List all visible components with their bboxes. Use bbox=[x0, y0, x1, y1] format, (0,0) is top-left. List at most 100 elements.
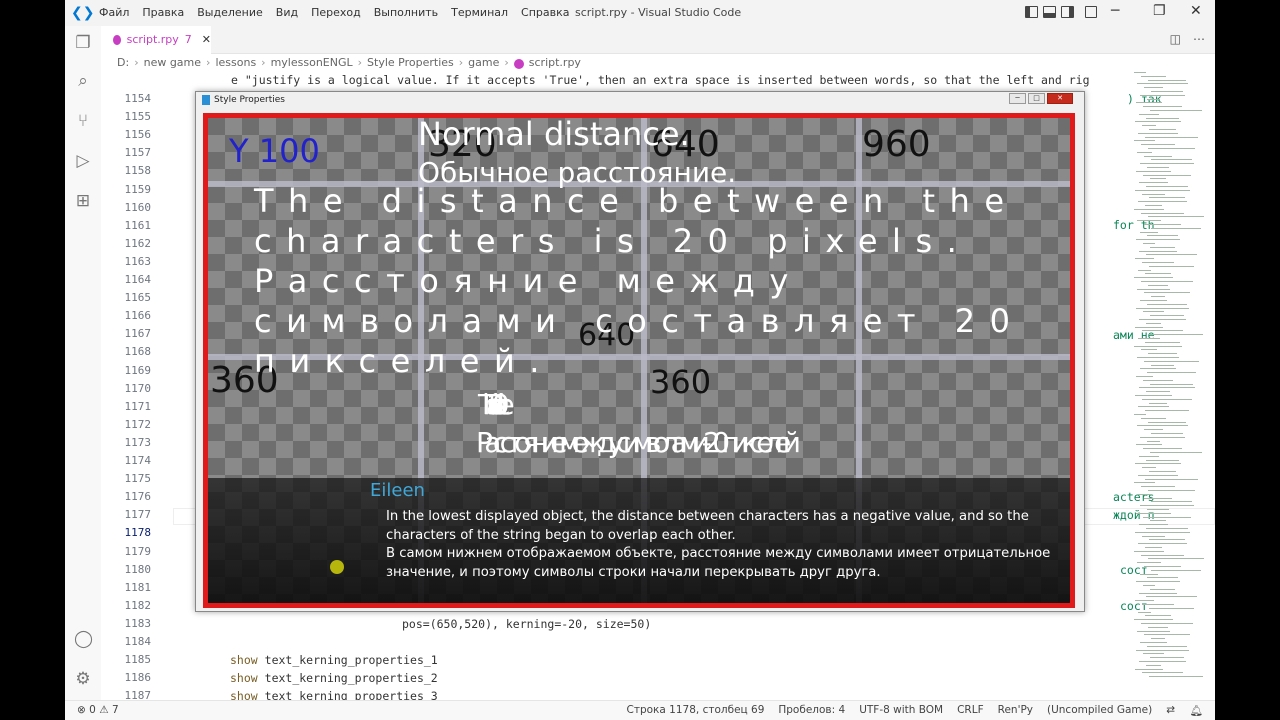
menu-edit[interactable]: Правка bbox=[142, 6, 184, 19]
minimap-line bbox=[1134, 72, 1146, 73]
menu-selection[interactable]: Выделение bbox=[197, 6, 263, 19]
minimap-line bbox=[1144, 292, 1190, 294]
code-line-1184[interactable]: pos=(650,520), kerning=-20, size=50) bbox=[402, 617, 651, 631]
minimap-line bbox=[1135, 463, 1181, 465]
minimap-line bbox=[1137, 630, 1170, 632]
breadcrumb-item[interactable]: new game bbox=[144, 56, 201, 69]
breadcrumb-item[interactable]: game bbox=[468, 56, 499, 69]
language-mode[interactable]: Ren'Py bbox=[998, 704, 1033, 716]
game-window[interactable]: Style Properties ─ □ ✕ 320 640 960 Y 100… bbox=[195, 91, 1085, 612]
minimap-line bbox=[1148, 626, 1168, 628]
source-control-icon[interactable]: ⑂ bbox=[74, 112, 92, 130]
minimap-line bbox=[1150, 452, 1202, 453]
minimap-line bbox=[1142, 262, 1174, 263]
breadcrumb-item[interactable]: Style Properties bbox=[367, 56, 454, 69]
breadcrumb-item[interactable]: script.rpy bbox=[529, 56, 581, 69]
menu-file[interactable]: Файл bbox=[99, 6, 129, 19]
dialogue-box[interactable]: Eileen In the lowest displayed object, t… bbox=[208, 478, 1070, 603]
title-bar: ❮❯ Файл Правка Выделение Вид Переход Вып… bbox=[65, 0, 1215, 26]
minimap-line bbox=[1147, 98, 1160, 100]
close-icon[interactable]: ✕ bbox=[1190, 3, 1202, 19]
account-icon[interactable]: ◯ bbox=[74, 630, 93, 648]
minimap-line bbox=[1151, 501, 1192, 503]
minimap-line bbox=[1142, 672, 1183, 674]
breadcrumb-item[interactable]: D: bbox=[117, 56, 129, 69]
minimap-line bbox=[1141, 417, 1166, 419]
minimap-line bbox=[1136, 239, 1180, 241]
game-close-icon[interactable]: ✕ bbox=[1047, 93, 1073, 104]
dialogue-text-en: In the lowest displayed object, the dist… bbox=[386, 509, 1029, 543]
minimap-line bbox=[1134, 345, 1182, 347]
more-actions-icon[interactable]: ⋯ bbox=[1193, 32, 1205, 46]
menu-view[interactable]: Вид bbox=[276, 6, 298, 19]
line-number: 1172 bbox=[124, 417, 152, 431]
minimap-line bbox=[1138, 611, 1151, 613]
code-line-1187[interactable]: show text_kerning_properties_2 bbox=[230, 671, 438, 685]
indentation[interactable]: Пробелов: 4 bbox=[778, 704, 845, 716]
minimap-line bbox=[1139, 592, 1177, 594]
normal-distance-en: Normal distance. bbox=[418, 115, 690, 153]
encoding[interactable]: UTF-8 with BOM bbox=[859, 704, 943, 716]
breadcrumb-item[interactable]: lessons bbox=[215, 56, 256, 69]
split-editor-icon[interactable]: ◫ bbox=[1170, 32, 1181, 46]
minimap-line bbox=[1135, 258, 1154, 260]
minimap-line bbox=[1150, 657, 1184, 659]
minimap-line bbox=[1146, 254, 1197, 256]
minimap-line bbox=[1136, 170, 1171, 172]
line-number: 1184 bbox=[124, 635, 152, 648]
minimap-line bbox=[1134, 277, 1173, 279]
line-number: 1182 bbox=[124, 598, 152, 612]
minimap-line bbox=[1141, 554, 1184, 556]
minimap-line bbox=[1135, 531, 1190, 533]
settings-gear-icon[interactable]: ⚙ bbox=[74, 670, 92, 688]
problems-indicator[interactable]: ⊗ 0 ⚠ 7 bbox=[77, 704, 119, 716]
line-ending[interactable]: CRLF bbox=[957, 704, 984, 716]
game-window-titlebar[interactable]: Style Properties bbox=[202, 95, 285, 105]
game-canvas[interactable]: 320 640 960 Y 100 Normal distance. Обычн… bbox=[203, 113, 1075, 608]
minimap-line bbox=[1148, 421, 1186, 423]
line-number: 1179 bbox=[124, 544, 152, 558]
minimize-icon[interactable]: ─ bbox=[1111, 3, 1119, 19]
menu-go[interactable]: Переход bbox=[311, 6, 361, 19]
toggle-sidebar-icon[interactable] bbox=[1025, 6, 1038, 18]
game-maximize-icon[interactable]: □ bbox=[1028, 93, 1045, 104]
minimap-line bbox=[1151, 227, 1201, 229]
game-minimize-icon[interactable]: ─ bbox=[1009, 93, 1026, 104]
code-line-1154[interactable]: e "justify is a logical value. If it acc… bbox=[231, 73, 1090, 87]
account-sync-icon[interactable]: ⇄ bbox=[1166, 704, 1175, 716]
minimap-line bbox=[1146, 664, 1161, 666]
cursor-position[interactable]: Строка 1178, столбец 69 bbox=[627, 704, 765, 716]
activity-bar: ❐ ⌕ ⑂ ▷ ⊞ ◯ ⚙ bbox=[65, 26, 101, 700]
extensions-icon[interactable]: ⊞ bbox=[74, 192, 92, 210]
line-number: 1161 bbox=[124, 218, 152, 232]
minimap-line bbox=[1143, 174, 1191, 176]
menu-help[interactable]: Справка bbox=[521, 6, 569, 19]
tab-script-rpy[interactable]: script.rpy 7 ✕ bbox=[101, 26, 211, 54]
toggle-secondary-sidebar-icon[interactable] bbox=[1061, 6, 1074, 18]
minimap-line bbox=[1137, 151, 1152, 153]
explorer-icon[interactable]: ❐ bbox=[74, 34, 92, 52]
minimap-line bbox=[1135, 600, 1154, 602]
minimap-line bbox=[1144, 155, 1172, 157]
breadcrumb-item[interactable]: mylessonENGL bbox=[271, 56, 353, 69]
minimap-line bbox=[1136, 444, 1162, 446]
search-icon[interactable]: ⌕ bbox=[74, 72, 92, 90]
restore-icon[interactable]: ❐ bbox=[1153, 3, 1166, 19]
notifications-bell-icon[interactable]: 🔔︎ bbox=[1190, 704, 1203, 717]
kerning-text-line-3: Расстояние между bbox=[254, 262, 803, 300]
run-debug-icon[interactable]: ▷ bbox=[74, 152, 92, 170]
minimap[interactable] bbox=[1130, 72, 1204, 692]
left-letterbox bbox=[0, 0, 65, 720]
minimap-line bbox=[1142, 330, 1183, 332]
menu-run[interactable]: Выполнить bbox=[374, 6, 438, 19]
line-number: 1171 bbox=[124, 399, 152, 413]
line-number: 1186 bbox=[124, 671, 152, 685]
renpy-game-status[interactable]: (Uncompiled Game) bbox=[1047, 704, 1152, 716]
mouse-cursor-highlight bbox=[330, 560, 344, 574]
toggle-panel-icon[interactable] bbox=[1043, 6, 1056, 18]
tab-close-icon[interactable]: ✕ bbox=[202, 33, 211, 46]
minimap-line bbox=[1148, 353, 1177, 355]
menu-terminal[interactable]: Терминал bbox=[451, 6, 508, 19]
customize-layout-icon[interactable] bbox=[1085, 6, 1097, 18]
code-line-1186[interactable]: show text_kerning_properties_1 bbox=[230, 653, 438, 667]
